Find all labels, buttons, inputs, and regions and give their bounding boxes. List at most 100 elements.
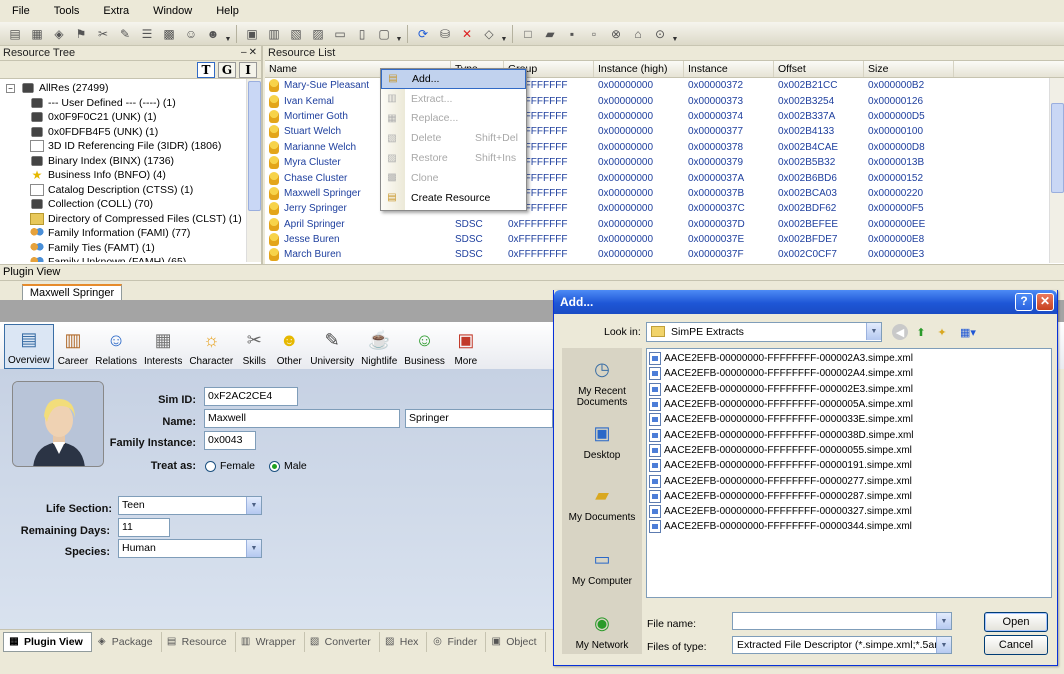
tree-item[interactable]: 0x0FDFB4F5 (UNK) (1) bbox=[6, 125, 261, 140]
bottom-tab-hex[interactable]: ▨ Hex bbox=[380, 631, 428, 652]
tree-item[interactable]: Family Information (FAMI) (77) bbox=[6, 226, 261, 241]
file-item[interactable]: AACE2EFB-00000000-FFFFFFFF-00000327.simp… bbox=[649, 504, 1049, 519]
context-menu-item[interactable]: ▨ Restore Shift+Ins bbox=[381, 148, 526, 168]
category-career[interactable]: ▥ Career bbox=[55, 324, 92, 369]
female-radio[interactable]: Female bbox=[205, 460, 255, 472]
place-recent-documents[interactable]: ◷ My Recent Documents bbox=[562, 354, 642, 409]
tree-item[interactable]: ★ Business Info (BNFO) (4) bbox=[6, 168, 261, 183]
tree-option-group-button[interactable]: G bbox=[218, 61, 236, 78]
tree-option-type-button[interactable]: T bbox=[197, 61, 215, 78]
file-item[interactable]: AACE2EFB-00000000-FFFFFFFF-0000005A.simp… bbox=[649, 397, 1049, 412]
tree-item[interactable]: Directory of Compressed Files (CLST) (1) bbox=[6, 212, 261, 227]
file-item[interactable]: AACE2EFB-00000000-FFFFFFFF-0000033E.simp… bbox=[649, 412, 1049, 427]
back-icon[interactable]: ◀ bbox=[892, 324, 908, 340]
open-package-icon[interactable]: ▤ bbox=[6, 25, 24, 43]
tree-item[interactable]: Family Unknown (FAMH) (65) bbox=[6, 255, 261, 262]
tree-item[interactable]: − AllRes (27499) bbox=[6, 81, 261, 96]
comment-icon[interactable]: ▭ bbox=[331, 25, 349, 43]
column-header[interactable]: Offset bbox=[774, 61, 864, 77]
chevron-down-icon[interactable]: ▼ bbox=[866, 323, 881, 340]
tree-item[interactable]: Collection (COLL) (70) bbox=[6, 197, 261, 212]
search-icon[interactable]: ⊙ bbox=[651, 25, 669, 43]
panel-pin-close-icons[interactable]: – ✕ bbox=[241, 46, 257, 60]
category-relations[interactable]: ☺ Relations bbox=[92, 324, 140, 369]
bottom-tab-package[interactable]: ◈ Package bbox=[92, 631, 162, 652]
sim-icon[interactable]: ☻ bbox=[204, 25, 222, 43]
column-header[interactable]: Instance (high) bbox=[594, 61, 684, 77]
file-item[interactable]: AACE2EFB-00000000-FFFFFFFF-00000277.simp… bbox=[649, 473, 1049, 488]
category-interests[interactable]: ▦ Interests bbox=[141, 324, 185, 369]
collapse-icon[interactable]: − bbox=[6, 83, 15, 93]
category-overview[interactable]: ▤ Overview bbox=[4, 324, 54, 369]
resource-tree-scrollbar[interactable] bbox=[246, 79, 261, 262]
cancel-button[interactable]: Cancel bbox=[984, 635, 1048, 655]
tree-item[interactable]: 0x0F9F0C21 (UNK) (1) bbox=[6, 110, 261, 125]
bottom-tab-object[interactable]: ▣ Object bbox=[486, 631, 546, 652]
look-in-select[interactable]: SimPE Extracts ▼ bbox=[646, 322, 882, 342]
chevron-down-icon[interactable]: ▼ bbox=[246, 497, 261, 514]
resource-row[interactable]: March Buren SDSC 0xFFFFFFFF 0x00000000 0x000… bbox=[265, 247, 1064, 262]
context-menu-item[interactable]: ▥ Extract... bbox=[381, 89, 526, 109]
folder-open-icon[interactable]: ▣ bbox=[243, 25, 261, 43]
file-name-input[interactable]: ▼ bbox=[732, 612, 952, 630]
chevron-down-icon[interactable]: ▼ bbox=[936, 613, 951, 629]
file-item[interactable]: AACE2EFB-00000000-FFFFFFFF-000002A4.simp… bbox=[649, 366, 1049, 381]
species-select[interactable]: Human ▼ bbox=[118, 539, 262, 558]
sim-id-field[interactable]: 0xF2AC2CE4 bbox=[204, 387, 298, 406]
chevron-down-icon[interactable]: ▼ bbox=[936, 637, 951, 653]
bottom-tab-converter[interactable]: ▧ Converter bbox=[305, 631, 380, 652]
cut-icon[interactable]: ✂ bbox=[94, 25, 112, 43]
tree-item[interactable]: --- User Defined --- (----) (1) bbox=[6, 96, 261, 111]
context-menu-item[interactable]: ▩ Clone bbox=[381, 168, 526, 188]
tree-item[interactable]: 3D ID Referencing File (3IDR) (1806) bbox=[6, 139, 261, 154]
preview-icon[interactable]: ▢ bbox=[375, 25, 393, 43]
tree-item[interactable]: Catalog Description (CTSS) (1) bbox=[6, 183, 261, 198]
toolbar-dropdown-icon[interactable]: ▼ bbox=[395, 25, 403, 43]
toolbar-dropdown-icon[interactable]: ▼ bbox=[224, 25, 232, 43]
tree-option-instance-button[interactable]: I bbox=[239, 61, 257, 78]
toolbar-dropdown-icon[interactable]: ▼ bbox=[500, 25, 508, 43]
place-my-network[interactable]: ◉ My Network bbox=[562, 608, 642, 652]
menu-help[interactable]: Help bbox=[204, 5, 251, 17]
new-file-icon[interactable]: □ bbox=[519, 25, 537, 43]
tools-icon[interactable]: ✎ bbox=[116, 25, 134, 43]
view-menu-icon[interactable]: ▦▾ bbox=[956, 324, 980, 340]
category-skills[interactable]: ✂ Skills bbox=[237, 324, 271, 369]
replace-icon[interactable]: ▨ bbox=[309, 25, 327, 43]
save-icon[interactable]: ▦ bbox=[28, 25, 46, 43]
category-other[interactable]: ☻ Other bbox=[272, 324, 306, 369]
file-item[interactable]: AACE2EFB-00000000-FFFFFFFF-00000191.simp… bbox=[649, 458, 1049, 473]
bottom-tab-wrapper[interactable]: ▥ Wrapper bbox=[236, 631, 305, 652]
place-desktop[interactable]: ▣ Desktop bbox=[562, 418, 642, 462]
male-radio[interactable]: Male bbox=[269, 460, 307, 472]
column-header[interactable]: Instance bbox=[684, 61, 774, 77]
first-name-field[interactable]: Maxwell bbox=[204, 409, 400, 428]
family-icon[interactable]: ☺ bbox=[182, 25, 200, 43]
menu-window[interactable]: Window bbox=[141, 5, 204, 17]
file-item[interactable]: AACE2EFB-00000000-FFFFFFFF-00000287.simp… bbox=[649, 489, 1049, 504]
context-menu-item[interactable]: ▤ Create Resource bbox=[381, 188, 526, 208]
neighborhood-icon[interactable]: ⌂ bbox=[629, 25, 647, 43]
close-file-icon[interactable]: ⊗ bbox=[607, 25, 625, 43]
file-item[interactable]: AACE2EFB-00000000-FFFFFFFF-0000038D.simp… bbox=[649, 427, 1049, 442]
context-menu-item[interactable]: ▤ Add... bbox=[381, 69, 526, 89]
family-instance-field[interactable]: 0x0043 bbox=[204, 431, 256, 450]
box-icon[interactable]: ◈ bbox=[50, 25, 68, 43]
male-radio-dot[interactable] bbox=[269, 460, 280, 472]
menu-file[interactable]: File bbox=[0, 5, 42, 17]
file-item[interactable]: AACE2EFB-00000000-FFFFFFFF-00000344.simp… bbox=[649, 519, 1049, 534]
bottom-tab-resource[interactable]: ▤ Resource bbox=[162, 631, 236, 652]
file-item[interactable]: AACE2EFB-00000000-FFFFFFFF-000002A3.simp… bbox=[649, 351, 1049, 366]
resource-row[interactable]: April Springer SDSC 0xFFFFFFFF 0x00000000 0x… bbox=[265, 217, 1064, 232]
grid-icon[interactable]: ▩ bbox=[160, 25, 178, 43]
menu-extra[interactable]: Extra bbox=[91, 5, 141, 17]
category-more[interactable]: ▣ More bbox=[449, 324, 483, 369]
refresh-icon[interactable]: ⟳ bbox=[414, 25, 432, 43]
delete-icon[interactable]: ✕ bbox=[458, 25, 476, 43]
import-icon[interactable]: ▧ bbox=[287, 25, 305, 43]
place-my-documents[interactable]: ▰ My Documents bbox=[562, 480, 642, 524]
help-button[interactable]: ? bbox=[1015, 293, 1033, 311]
toolbar-dropdown-icon[interactable]: ▼ bbox=[671, 25, 679, 43]
tree-item[interactable]: Family Ties (FAMT) (1) bbox=[6, 241, 261, 256]
eraser-icon[interactable]: ◇ bbox=[480, 25, 498, 43]
